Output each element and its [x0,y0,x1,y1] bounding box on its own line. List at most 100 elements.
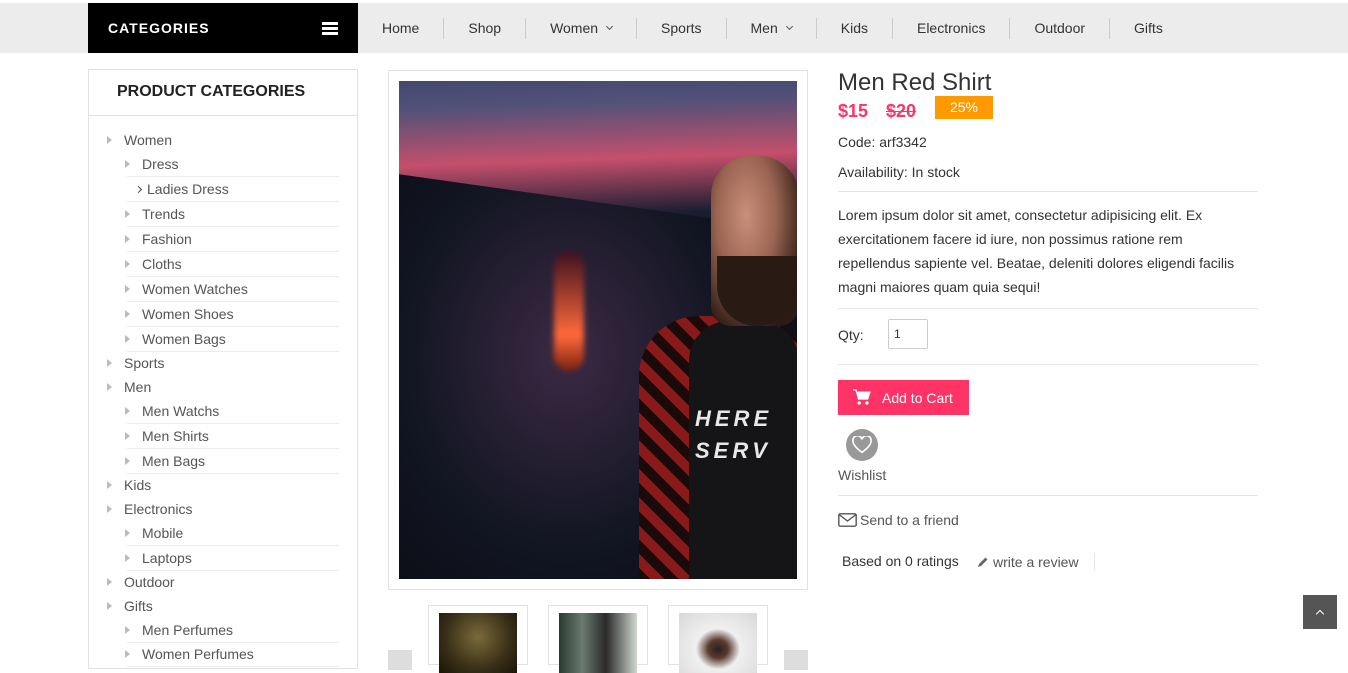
product-description: Lorem ipsum dolor sit amet, consectetur … [838,207,1235,295]
categories-button[interactable]: CATEGORIES [88,3,358,53]
category-label: Men Bags [142,453,206,469]
category-divider [127,473,339,474]
category-item-fashion[interactable]: Fashion [125,231,192,247]
category-divider [127,251,339,252]
caret-right-icon [107,578,112,586]
category-item-men[interactable]: Men [107,379,151,395]
wishlist-button[interactable] [846,429,878,461]
divider [838,308,1258,309]
category-divider [127,642,339,643]
product-code: Code: arf3342 [838,134,927,150]
nav-item-sports[interactable]: Sports [637,17,727,39]
category-divider [127,201,339,202]
category-label: Women Perfumes [142,646,254,662]
product-old-price: $20 [886,101,917,121]
nav-item-outdoor[interactable]: Outdoor [1010,17,1111,39]
nav-item-electronics[interactable]: Electronics [893,17,1011,39]
category-label: Mobile [142,525,184,541]
category-divider [127,276,339,277]
category-item-electronics[interactable]: Electronics [107,501,192,517]
category-item-cloths[interactable]: Cloths [125,256,182,272]
category-item-women-bags[interactable]: Women Bags [125,331,226,347]
caret-right-icon [125,210,130,218]
category-divider [127,176,339,177]
thumbnail-3[interactable] [668,605,768,673]
category-item-laptops[interactable]: Laptops [125,550,192,566]
category-item-dress[interactable]: Dress [125,156,179,172]
nav-item-label: Gifts [1134,20,1163,36]
caret-right-icon [125,650,130,658]
tee-print-line-2: SERV [695,438,771,463]
category-label: Men [124,379,152,395]
caret-right-icon [125,235,130,243]
category-label: Women [124,132,172,148]
category-item-women[interactable]: Women [107,132,172,148]
nav-item-gifts[interactable]: Gifts [1110,18,1187,39]
category-item-men-bags[interactable]: Men Bags [125,453,205,469]
category-item-women-watches[interactable]: Women Watches [125,281,248,297]
category-label: Trends [142,206,186,222]
nav-item-label: Outdoor [1034,20,1086,36]
nav-item-label: Kids [840,20,868,36]
send-to-friend-link[interactable]: Send to a friend [838,512,959,528]
category-item-sports[interactable]: Sports [107,355,164,371]
category-label: Women Shoes [142,306,234,322]
category-item-women-perfumes[interactable]: Women Perfumes [125,646,254,662]
category-label: Fashion [142,231,192,247]
thumbnail-next-arrow[interactable] [784,650,808,670]
hamburger-menu-icon [322,21,338,35]
category-label: Cloths [142,256,182,272]
category-label: Ladies Dress [147,181,229,197]
caret-right-icon [125,457,130,465]
divider [838,364,1258,365]
category-item-trends[interactable]: Trends [125,206,185,222]
main-nav: Home Shop Women Sports Men Kids Electronics Out… [358,3,1187,53]
scroll-to-top-button[interactable] [1303,595,1337,629]
main-product-image[interactable]: HERE SERV [399,81,797,579]
wishlist-label[interactable]: Wishlist [838,467,886,483]
category-divider [127,326,339,327]
quantity-input[interactable] [888,319,928,349]
category-divider [127,570,339,571]
nav-item-women[interactable]: Women [526,17,638,39]
nav-item-label: Shop [468,20,502,36]
category-item-men-watchs[interactable]: Men Watchs [125,403,219,419]
nav-item-men[interactable]: Men [727,17,817,39]
pencil-icon [978,557,988,567]
nav-item-shop[interactable]: Shop [444,17,527,39]
category-item-women-shoes[interactable]: Women Shoes [125,306,234,322]
category-item-men-perfumes[interactable]: Men Perfumes [125,622,233,638]
thumbnail-prev-arrow[interactable] [388,650,412,670]
category-label: Dress [142,156,179,172]
caret-right-icon [125,626,130,634]
category-item-men-shirts[interactable]: Men Shirts [125,428,209,444]
nav-item-kids[interactable]: Kids [817,17,893,39]
category-item-kids[interactable]: Kids [107,477,151,493]
caret-right-icon [125,407,130,415]
product-availability: Availability: In stock [838,164,960,180]
category-item-mobile[interactable]: Mobile [125,525,183,541]
category-item-outdoor[interactable]: Outdoor [107,574,175,590]
category-item-ladies-dress[interactable]: Ladies Dress [134,181,229,197]
caret-right-icon [125,529,130,537]
caret-right-icon [107,136,112,144]
thumbnail-2[interactable] [548,605,648,673]
caret-right-icon [107,602,112,610]
thumbnail-1[interactable] [428,605,528,673]
category-divider [127,351,339,352]
add-to-cart-label: Add to Cart [882,389,953,406]
category-label: Women Watches [142,281,248,297]
red-light-glow [554,251,584,371]
nav-item-home[interactable]: Home [358,17,445,39]
caret-right-icon [125,260,130,268]
category-divider [127,666,339,667]
chevron-right-icon [134,185,143,193]
divider [838,191,1258,192]
chevron-up-icon [1315,609,1325,618]
category-item-gifts[interactable]: Gifts [107,598,153,614]
add-to-cart-button[interactable]: Add to Cart [838,380,969,415]
nav-item-label: Women [550,20,599,36]
write-review-link[interactable]: write a review [977,553,1095,570]
product-categories-sidebar: PRODUCT CATEGORIES Women Dress Ladies Dres… [88,69,358,669]
category-divider [127,226,339,227]
